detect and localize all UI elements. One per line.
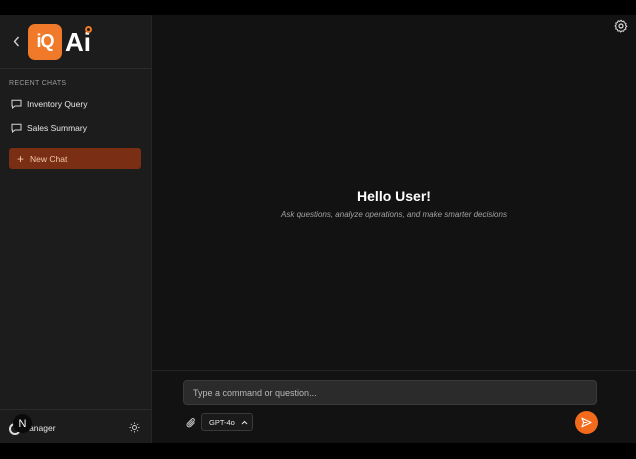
app-logo: iQ Ai — [28, 23, 92, 60]
paperclip-icon[interactable] — [186, 417, 197, 429]
sidebar-item-inventory-query[interactable]: Inventory Query — [0, 92, 151, 116]
logo-wordmark: Ai — [65, 25, 92, 57]
app-frame: iQ Ai RECENT CHATS Inventory Query Sales… — [0, 0, 636, 459]
gear-icon[interactable] — [614, 19, 628, 33]
model-select[interactable]: GPT-4o — [201, 413, 253, 431]
chat-main: Hello User! Ask questions, analyze opera… — [152, 15, 636, 443]
sidebar-item-label: Sales Summary — [27, 123, 87, 133]
plus-icon: + — [17, 151, 25, 166]
new-chat-button[interactable]: + New Chat — [9, 148, 141, 169]
chevron-up-icon — [241, 420, 248, 424]
sun-icon[interactable] — [129, 422, 140, 433]
page-subtitle: Ask questions, analyze operations, and m… — [281, 210, 507, 219]
message-input[interactable] — [183, 380, 597, 405]
avatar[interactable]: N — [13, 414, 32, 433]
logo-mark: iQ — [28, 23, 62, 60]
new-chat-label: New Chat — [30, 153, 68, 164]
sidebar-header: iQ Ai — [0, 15, 151, 69]
sidebar-item-sales-summary[interactable]: Sales Summary — [0, 116, 151, 140]
sidebar: iQ Ai RECENT CHATS Inventory Query Sales… — [0, 15, 152, 443]
recent-chats-heading: RECENT CHATS — [9, 80, 67, 87]
composer: GPT-4o — [152, 370, 636, 443]
send-button[interactable] — [575, 411, 598, 434]
chat-bubble-icon — [11, 99, 22, 109]
send-icon — [581, 417, 592, 428]
page-title: Hello User! — [357, 188, 431, 204]
chevron-left-icon[interactable] — [10, 35, 22, 49]
welcome-section: Hello User! Ask questions, analyze opera… — [152, 188, 636, 219]
app-window: iQ Ai RECENT CHATS Inventory Query Sales… — [0, 15, 636, 443]
user-footer: N Manager — [0, 409, 151, 443]
chat-bubble-icon — [11, 123, 22, 133]
sidebar-item-label: Inventory Query — [27, 99, 88, 109]
model-select-value: GPT-4o — [209, 417, 235, 427]
